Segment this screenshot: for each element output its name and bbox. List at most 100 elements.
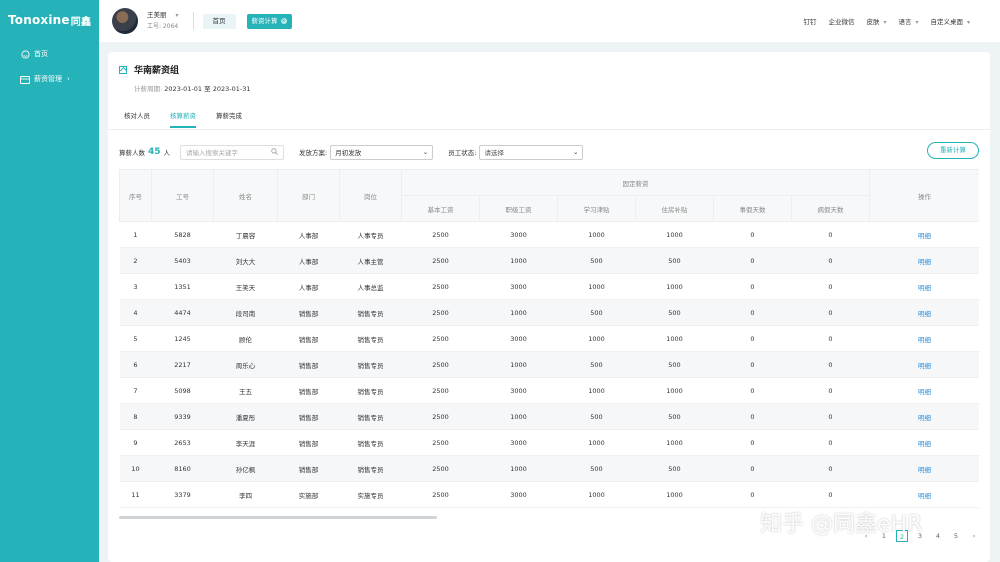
chevron-right-icon[interactable]: › bbox=[968, 530, 980, 542]
tab-payroll-calc[interactable]: 薪资计算 × bbox=[246, 13, 292, 29]
plan-label: 发放方案: bbox=[299, 149, 328, 157]
tab-home[interactable]: 首页 bbox=[202, 13, 236, 29]
table-cell: 0 bbox=[791, 299, 870, 326]
col-header: 岗位 bbox=[339, 169, 402, 222]
menu-skin[interactable]: 皮肤 ▾ bbox=[866, 16, 886, 26]
page-title-text: 华南薪资组 bbox=[134, 66, 180, 76]
horizontal-scrollbar[interactable] bbox=[119, 516, 437, 519]
table-cell: 3000 bbox=[479, 429, 558, 456]
table-cell: 丁晨容 bbox=[213, 221, 278, 248]
table-cell: 人事部 bbox=[277, 273, 340, 300]
user-id: 工号: 2064 bbox=[147, 23, 179, 30]
detail-link[interactable]: 明细 bbox=[869, 221, 979, 248]
search-icon[interactable] bbox=[271, 147, 278, 157]
page-5[interactable]: 5 bbox=[950, 530, 962, 542]
status-select[interactable]: 请选择 ⌄ bbox=[479, 144, 584, 160]
search-placeholder: 请输入搜索关键字 bbox=[186, 149, 239, 157]
sidebar-item-payroll[interactable]: 薪资管理 › bbox=[0, 68, 99, 90]
table-cell: 人事主管 bbox=[339, 247, 402, 274]
plan-select[interactable]: 月初发放 ⌄ bbox=[330, 144, 434, 160]
table-cell: 人事专员 bbox=[339, 221, 402, 248]
table-cell: 0 bbox=[713, 247, 792, 274]
table-cell: 500 bbox=[635, 247, 714, 274]
table-cell: 8160 bbox=[151, 455, 214, 482]
table-cell: 刘大大 bbox=[213, 247, 278, 274]
table-cell: 人事总监 bbox=[339, 273, 402, 300]
tab-calc-done[interactable]: 算薪完成 bbox=[216, 110, 242, 128]
table-cell: 2653 bbox=[151, 429, 214, 456]
tab-check-staff[interactable]: 核对人员 bbox=[124, 110, 150, 128]
menu-custom-desktop[interactable]: 自定义桌面 ▾ bbox=[930, 16, 970, 26]
avatar[interactable] bbox=[112, 8, 138, 34]
table-row: 7 5098 王五 销售部 销售专员 2500 3000 1000 1000 0 0 明细 bbox=[119, 377, 979, 404]
detail-link[interactable]: 明细 bbox=[869, 403, 979, 430]
table-cell: 500 bbox=[557, 455, 636, 482]
table-cell: 1351 bbox=[151, 273, 214, 300]
col-sub-header: 基本工资 bbox=[401, 195, 480, 222]
menu-dingtalk[interactable]: 钉钉 bbox=[803, 16, 816, 26]
search-input[interactable]: 请输入搜索关键字 bbox=[180, 144, 285, 160]
close-icon[interactable]: × bbox=[280, 18, 287, 24]
detail-link[interactable]: 明细 bbox=[869, 299, 979, 326]
table-cell: 李四 bbox=[213, 481, 278, 508]
table-cell: 2217 bbox=[151, 351, 214, 378]
detail-link[interactable]: 明细 bbox=[869, 455, 979, 482]
chevron-down-icon: ⌄ bbox=[572, 148, 579, 156]
table-cell: 1000 bbox=[557, 429, 636, 456]
menu-wecom[interactable]: 企业微信 bbox=[828, 16, 854, 26]
detail-link[interactable]: 明细 bbox=[869, 351, 979, 378]
chevron-down-icon[interactable]: ▾ bbox=[176, 10, 179, 21]
chevron-down-icon: ▾ bbox=[883, 19, 887, 26]
table-cell: 1000 bbox=[557, 481, 636, 508]
table-cell: 销售部 bbox=[277, 455, 340, 482]
detail-link[interactable]: 明细 bbox=[869, 325, 979, 352]
table-cell: 1000 bbox=[479, 247, 558, 274]
col-sub-header: 事假天数 bbox=[713, 195, 792, 222]
page-4[interactable]: 4 bbox=[932, 530, 944, 542]
tab-label: 薪资计算 bbox=[251, 16, 278, 25]
table-cell: 0 bbox=[791, 247, 870, 274]
tab-calc-salary[interactable]: 核算薪资 bbox=[170, 110, 196, 128]
user-info[interactable]: 王美丽 ▾ 工号: 2064 bbox=[147, 10, 179, 32]
table-cell: 500 bbox=[635, 351, 714, 378]
recalculate-button[interactable]: 重新计算 bbox=[927, 142, 979, 159]
menu-language[interactable]: 语言 ▾ bbox=[898, 16, 918, 26]
detail-link[interactable]: 明细 bbox=[869, 429, 979, 456]
col-group-header: 固定薪资 bbox=[401, 169, 870, 196]
table-row: 8 9339 潘夏彤 销售部 销售专员 2500 1000 500 500 0 0 明细 bbox=[119, 403, 979, 430]
logo-text-cn: 同鑫 bbox=[70, 16, 92, 28]
table-cell: 1000 bbox=[557, 221, 636, 248]
detail-link[interactable]: 明细 bbox=[869, 481, 979, 508]
table-cell: 5403 bbox=[151, 247, 214, 274]
step-tabs: 核对人员 核算薪资 算薪完成 bbox=[124, 110, 262, 128]
count-unit: 人 bbox=[163, 149, 171, 157]
table-cell: 500 bbox=[557, 299, 636, 326]
table-cell: 孙亿枫 bbox=[213, 455, 278, 482]
detail-link[interactable]: 明细 bbox=[869, 377, 979, 404]
menu-label: 语言 bbox=[898, 18, 912, 26]
table-cell: 0 bbox=[713, 221, 792, 248]
table-row: 3 1351 王笑天 人事部 人事总监 2500 3000 1000 1000 0 0 明细 bbox=[119, 273, 979, 300]
chevron-down-icon: ▾ bbox=[915, 19, 919, 26]
table-cell: 李天涯 bbox=[213, 429, 278, 456]
sidebar-item-home[interactable]: 首页 bbox=[0, 43, 99, 65]
sidebar-item-label: 首页 bbox=[34, 50, 48, 58]
table-cell: 4 bbox=[119, 299, 152, 326]
table-row: 2 5403 刘大大 人事部 人事主管 2500 1000 500 500 0 0 明细 bbox=[119, 247, 979, 274]
table-row: 4 4474 段司南 销售部 销售专员 2500 1000 500 500 0 0 明细 bbox=[119, 299, 979, 326]
detail-link[interactable]: 明细 bbox=[869, 273, 979, 300]
sidebar-item-label: 薪资管理 bbox=[34, 75, 62, 83]
table-cell: 王笑天 bbox=[213, 273, 278, 300]
header-menu: 钉钉 企业微信 皮肤 ▾ 语言 ▾ 自定义桌面 ▾ bbox=[791, 0, 970, 42]
pay-period-value: 2023-01-01 至 2023-01-31 bbox=[164, 85, 251, 93]
table-cell: 0 bbox=[791, 221, 870, 248]
status-label: 员工状态: bbox=[448, 149, 477, 157]
col-sub-header: 住房补贴 bbox=[635, 195, 714, 222]
table-cell: 9339 bbox=[151, 403, 214, 430]
home-icon bbox=[20, 49, 30, 59]
table-row: 5 1245 顾伦 销售部 销售专员 2500 3000 1000 1000 0 0 明细 bbox=[119, 325, 979, 352]
detail-link[interactable]: 明细 bbox=[869, 247, 979, 274]
wallet-icon bbox=[20, 74, 30, 84]
table-cell: 1245 bbox=[151, 325, 214, 352]
menu-label: 皮肤 bbox=[866, 18, 880, 26]
